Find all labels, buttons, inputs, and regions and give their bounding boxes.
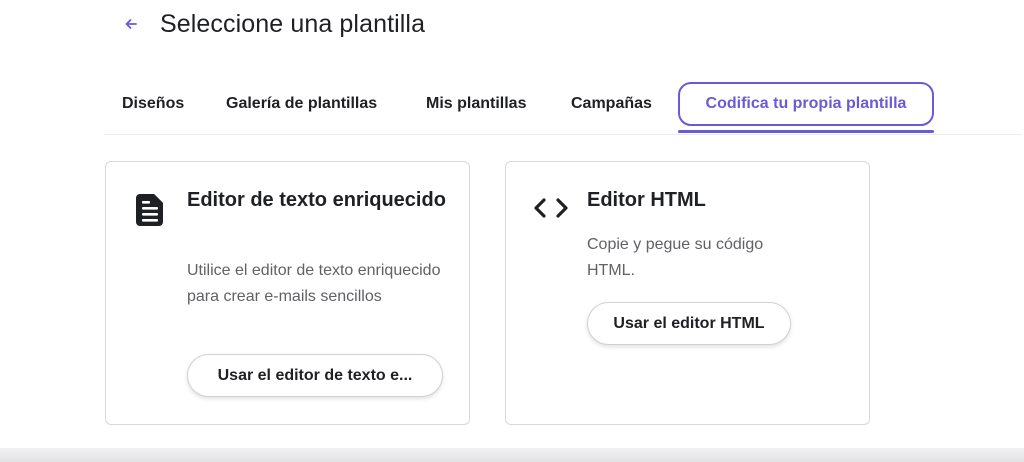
use-html-editor-button[interactable]: Usar el editor HTML: [587, 302, 791, 345]
card-rich-text-editor: Editor de texto enriquecido Utilice el e…: [105, 161, 470, 425]
tab-codifica-tu-propia-plantilla[interactable]: Codifica tu propia plantilla: [678, 82, 934, 126]
tab-mis-plantillas[interactable]: Mis plantillas: [426, 82, 526, 126]
tab-galeria-de-plantillas[interactable]: Galería de plantillas: [226, 82, 377, 126]
tab-disenos[interactable]: Diseños: [122, 82, 184, 126]
active-tab-indicator: [678, 130, 934, 133]
card-description: Utilice el editor de texto enriquecido p…: [187, 262, 441, 305]
document-icon: [136, 194, 163, 226]
tab-campanas[interactable]: Campañas: [571, 82, 652, 126]
bottom-scroll-area: [0, 448, 1024, 462]
back-button[interactable]: [120, 13, 142, 35]
code-icon: [534, 198, 568, 218]
page-title: Seleccione una plantilla: [160, 9, 426, 38]
template-tabs: Diseños Galería de plantillas Mis planti…: [104, 82, 1022, 135]
arrow-left-icon: [125, 19, 137, 29]
card-icon: [134, 192, 166, 233]
card-description: Copie y pegue su código HTML.: [587, 236, 764, 279]
use-rich-text-editor-button[interactable]: Usar el editor de texto e...: [187, 354, 443, 397]
card-html-editor: Editor HTML Copie y pegue su código HTML…: [505, 161, 870, 425]
page-header: Seleccione una plantilla: [120, 6, 425, 42]
card-title: Editor de texto enriquecido: [187, 189, 446, 211]
card-icon: [533, 196, 569, 225]
card-title: Editor HTML: [587, 189, 706, 211]
